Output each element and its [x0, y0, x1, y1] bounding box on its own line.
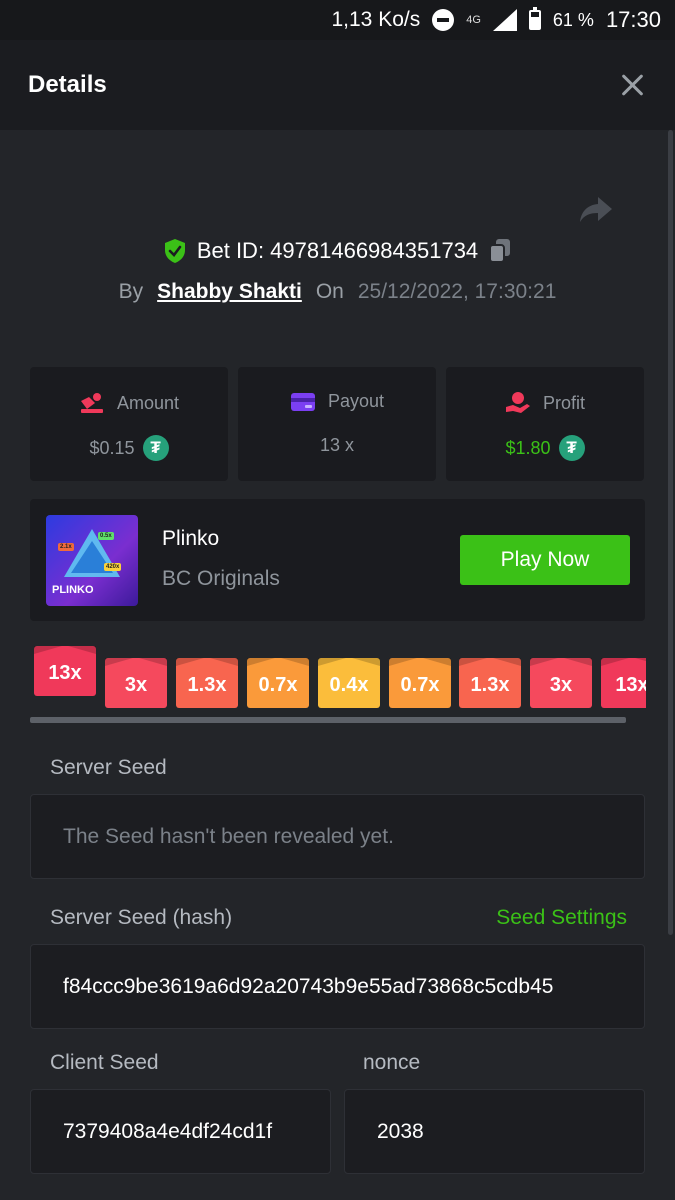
nonce-label: nonce: [363, 1051, 421, 1074]
page-title: Details: [28, 71, 107, 98]
tether-icon: ₮: [142, 435, 169, 461]
amount-label: Amount: [116, 392, 180, 413]
network-type: 4G: [466, 14, 481, 26]
thumbnail-label: PLINKO: [52, 584, 94, 596]
multiplier-bucket: 13x: [601, 658, 646, 708]
profit-value: $1.80: [505, 437, 551, 458]
multiplier-bucket: 0.4x: [318, 658, 380, 708]
status-bar: 1,13 Ko/s 4G 61 % 17:30: [0, 0, 675, 40]
tether-icon: ₮: [558, 435, 585, 461]
clock: 17:30: [605, 7, 661, 32]
username-link[interactable]: Shabby Shakti: [157, 280, 302, 304]
share-icon[interactable]: [578, 194, 614, 226]
on-label: On: [315, 280, 344, 303]
details-header: Details: [0, 40, 675, 130]
server-seed-hash-label: Server Seed (hash): [50, 906, 233, 929]
by-label: By: [118, 280, 144, 303]
play-now-button[interactable]: Play Now: [460, 535, 630, 585]
server-seed-hash-field[interactable]: f84ccc9be3619a6d92a20743b9e55ad73868c5cd…: [30, 944, 645, 1029]
seed-settings-link[interactable]: Seed Settings: [496, 906, 627, 930]
payout-card: Payout 13 x: [238, 367, 436, 481]
plinko-thumbnail[interactable]: 2.1x 0.5x 420x PLINKO: [46, 515, 138, 606]
game-card: 2.1x 0.5x 420x PLINKO Plinko BC Original…: [30, 499, 645, 621]
payout-label: Payout: [327, 391, 385, 411]
multiplier-strip: 13x 3x 1.3x 0.7x 0.4x 0.7x 1.3x 3x 13x: [34, 645, 646, 715]
client-seed-field[interactable]: 7379408a4e4df24cd1f: [30, 1089, 331, 1174]
amount-icon: [80, 393, 103, 413]
network-speed: 1,13 Ko/s: [331, 8, 421, 31]
signal-icon: [492, 9, 517, 31]
close-icon[interactable]: [619, 72, 645, 98]
battery-icon: [528, 7, 541, 30]
profit-icon: [505, 392, 530, 413]
server-seed-field[interactable]: The Seed hasn't been revealed yet.: [30, 794, 645, 879]
multiplier-bucket: 3x: [530, 658, 592, 708]
multiplier-bucket: 1.3x: [176, 658, 238, 708]
bet-id: Bet ID: 49781466984351734: [196, 238, 479, 263]
game-name[interactable]: Plinko: [162, 527, 219, 551]
strip-divider: [30, 717, 626, 723]
bet-author-row: By Shabby Shakti On 25/12/2022, 17:30:21: [0, 280, 675, 304]
profit-card: Profit $1.80 ₮: [446, 367, 644, 481]
amount-value: $0.15: [89, 437, 135, 458]
game-provider: BC Originals: [162, 567, 280, 590]
nonce-field[interactable]: 2038: [344, 1089, 645, 1174]
payout-value: 13 x: [319, 435, 355, 455]
payout-icon: [290, 392, 315, 411]
multiplier-bucket: 1.3x: [459, 658, 521, 708]
do-not-disturb-icon: [432, 9, 455, 31]
multiplier-bucket: 0.7x: [247, 658, 309, 708]
copy-icon[interactable]: [488, 238, 512, 264]
client-seed-label: Client Seed: [50, 1051, 159, 1074]
multiplier-bucket: 13x: [34, 646, 96, 696]
profit-label: Profit: [542, 392, 585, 413]
bet-date: 25/12/2022, 17:30:21: [357, 280, 557, 303]
bet-id-row: Bet ID: 49781466984351734: [0, 238, 675, 264]
server-seed-label: Server Seed: [50, 756, 167, 779]
verified-shield-icon: [164, 239, 185, 263]
multiplier-bucket: 3x: [105, 658, 167, 708]
multiplier-bucket: 0.7x: [389, 658, 451, 708]
amount-card: Amount $0.15 ₮: [30, 367, 228, 481]
battery-level: 61 %: [552, 9, 594, 30]
